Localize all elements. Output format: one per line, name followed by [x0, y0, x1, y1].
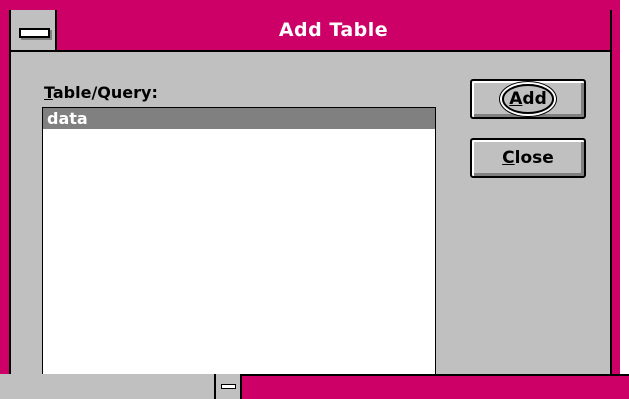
background-system-menu-icon[interactable]: [214, 374, 242, 399]
close-button[interactable]: Close: [470, 138, 586, 178]
add-table-dialog: Add Table Table/Query: data Add Close: [0, 0, 620, 399]
close-mnemonic: C: [502, 148, 515, 168]
background-window-face: [0, 374, 240, 399]
table-query-label: Table/Query:: [44, 83, 158, 102]
label-text: able/Query:: [52, 83, 158, 102]
background-title-bar[interactable]: [242, 374, 629, 399]
add-button[interactable]: Add: [470, 79, 586, 119]
add-button-focus: Add: [502, 84, 554, 114]
background-window-strip: [0, 374, 629, 399]
dialog-body: Add Table Table/Query: data Add Close: [9, 10, 612, 399]
add-mnemonic: A: [509, 89, 523, 109]
label-mnemonic: T: [44, 83, 53, 102]
list-item-data[interactable]: data: [43, 108, 435, 129]
screen: Add Table Table/Query: data Add Close: [0, 0, 629, 399]
add-label: dd: [522, 89, 547, 109]
table-query-listbox[interactable]: data: [42, 107, 436, 379]
title-bar[interactable]: Add Table: [11, 10, 610, 52]
system-menu-bar: [19, 28, 50, 38]
background-system-menu-bar: [221, 384, 236, 389]
system-menu-icon[interactable]: [11, 10, 57, 50]
close-label: lose: [514, 148, 554, 168]
window-title: Add Table: [278, 19, 389, 41]
